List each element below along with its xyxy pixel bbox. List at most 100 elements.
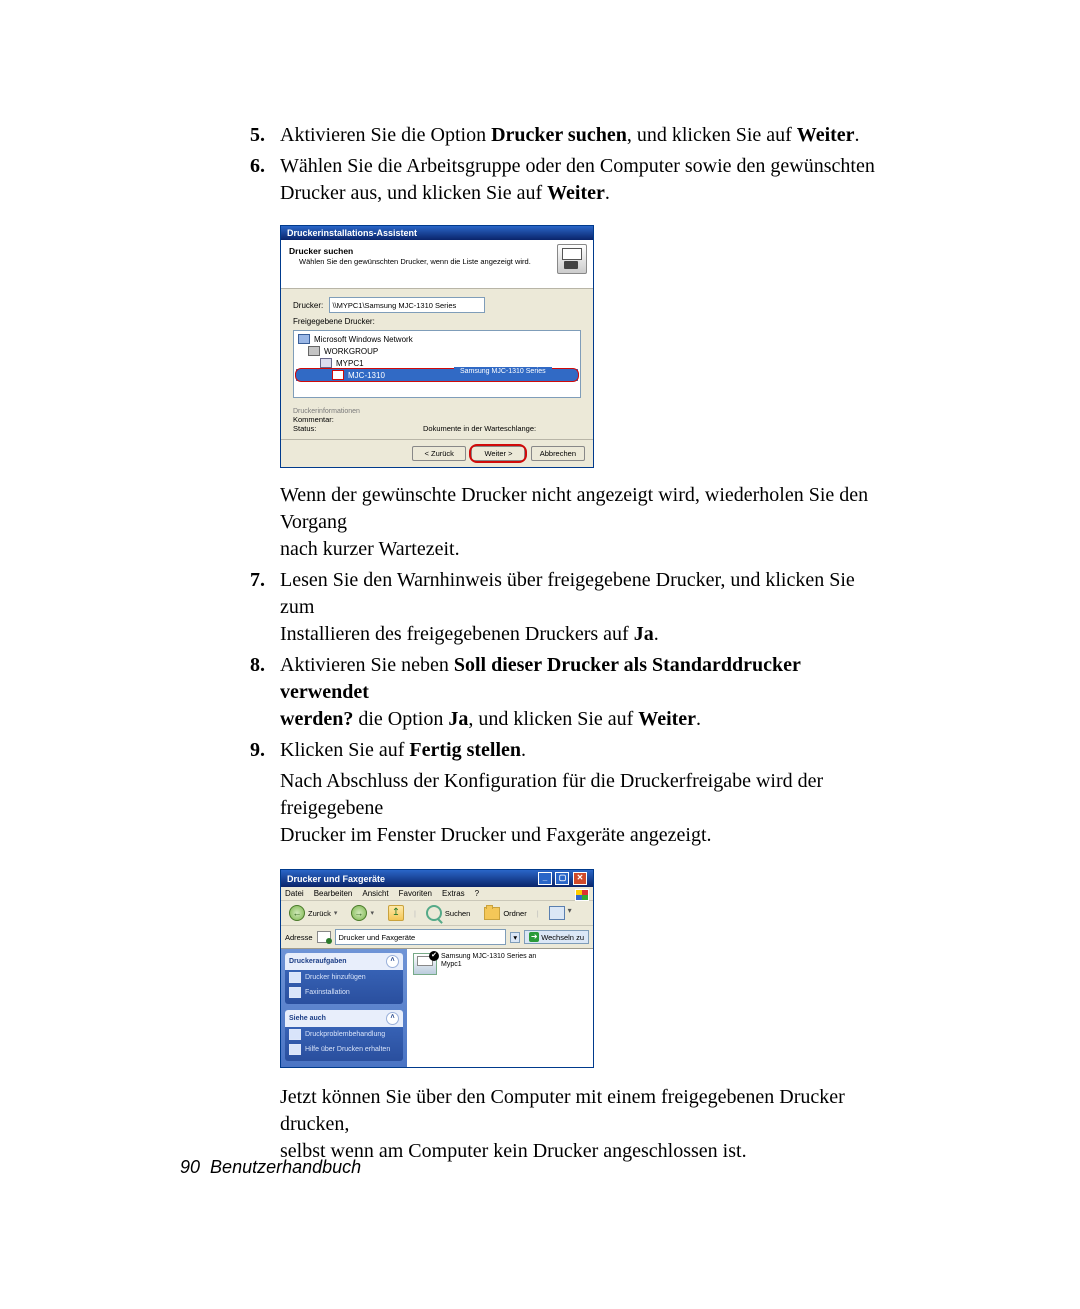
printer-small-icon xyxy=(332,370,344,380)
menu-edit[interactable]: Bearbeiten xyxy=(314,889,353,898)
address-label: Adresse xyxy=(285,933,313,942)
menu-extras[interactable]: Extras xyxy=(442,889,465,898)
see-also-header-label: Siehe auch xyxy=(289,1015,326,1022)
printer-item-text: Samsung MJC-1310 Series an Mypc1 xyxy=(441,953,536,970)
menu-view[interactable]: Ansicht xyxy=(362,889,388,898)
wizard-dialog: Druckerinstallations-Assistent Drucker s… xyxy=(280,225,594,468)
network-icon xyxy=(298,334,310,344)
minimize-button[interactable]: _ xyxy=(538,872,552,885)
menu-favorites[interactable]: Favoriten xyxy=(399,889,432,898)
toolbar: ← Zurück ▾ ← ▾ | Suchen Ord xyxy=(281,901,593,926)
tree-network-root[interactable]: Microsoft Windows Network xyxy=(296,333,578,345)
task-fax-setup[interactable]: Faxinstallation xyxy=(285,985,403,1000)
wizard-button-bar: < Zurück Weiter > Abbrechen xyxy=(281,439,593,467)
step-7: 7. Lesen Sie den Warnhinweis über freige… xyxy=(250,567,890,648)
help-icon xyxy=(289,1044,301,1055)
see-also-header[interactable]: Siehe auch ˄ xyxy=(285,1010,403,1027)
see-also-panel: Siehe auch ˄ Druckproblembehandlung Hilf… xyxy=(285,1010,403,1061)
see-also-help-label: Hilfe über Drucken erhalten xyxy=(305,1046,390,1053)
nav-forward-button[interactable]: ← ▾ xyxy=(347,904,378,922)
add-printer-icon xyxy=(289,972,301,983)
step-6-followup: Wenn der gewünschte Drucker nicht angeze… xyxy=(280,482,890,563)
task-add-printer[interactable]: Drucker hinzufügen xyxy=(285,970,403,985)
tree-computer-label: MYPC1 xyxy=(336,359,364,368)
cancel-button[interactable]: Abbrechen xyxy=(531,446,585,461)
wizard-header-subtitle: Wählen Sie den gewünschten Drucker, wenn… xyxy=(299,257,585,266)
windows-flag-icon xyxy=(575,889,589,901)
tree-printer-selected-label: MJC-1310 xyxy=(348,371,385,380)
wizard-header: Drucker suchen Wählen Sie den gewünschte… xyxy=(281,240,593,289)
step-5-bold2: Weiter xyxy=(797,124,855,146)
step-9-l1a: Klicken Sie auf xyxy=(280,739,409,761)
closing-l1: Jetzt können Sie über den Computer mit e… xyxy=(280,1086,845,1135)
tree-printer-description: Samsung MJC-1310 Series xyxy=(454,367,552,376)
menubar: Datei Bearbeiten Ansicht Favoriten Extra… xyxy=(281,887,593,901)
printers-window: Drucker und Faxgeräte _ ▢ ✕ Datei Bearbe… xyxy=(280,869,594,1068)
nav-up-button[interactable] xyxy=(384,904,408,922)
printer-large-icon: ✔ xyxy=(413,953,437,975)
see-also-troubleshoot[interactable]: Druckproblembehandlung xyxy=(285,1027,403,1042)
printer-item-name: Samsung MJC-1310 Series an xyxy=(441,953,536,961)
help-icon xyxy=(289,1029,301,1040)
printers-titlebar: Drucker und Faxgeräte _ ▢ ✕ xyxy=(281,870,593,887)
shared-printers-tree[interactable]: Microsoft Windows Network WORKGROUP MYPC… xyxy=(293,330,581,398)
step-9-text: Klicken Sie auf Fertig stellen. xyxy=(280,737,890,764)
printer-path-input[interactable] xyxy=(329,297,485,313)
shared-printers-label-row: Freigegebene Drucker: xyxy=(293,317,581,326)
folders-button[interactable]: Ordner xyxy=(480,906,530,921)
step-5-post: . xyxy=(855,124,860,146)
step-5-bold1: Drucker suchen xyxy=(491,124,627,146)
step-8-bold2: werden? xyxy=(280,708,353,730)
address-dropdown-icon[interactable]: ▾ xyxy=(510,932,520,943)
printer-icon xyxy=(557,244,587,274)
step-6-followup-l1: Wenn der gewünschte Drucker nicht angeze… xyxy=(280,484,868,533)
see-also-help[interactable]: Hilfe über Drucken erhalten xyxy=(285,1042,403,1057)
collapse-icon: ˄ xyxy=(386,1012,399,1025)
step-9-followup-l2c: angezeigt. xyxy=(625,824,712,846)
step-6-line1: Wählen Sie die Arbeitsgruppe oder den Co… xyxy=(280,155,875,177)
back-button[interactable]: < Zurück xyxy=(412,446,466,461)
back-icon: ← xyxy=(289,905,305,921)
printers-list: ✔ Samsung MJC-1310 Series an Mypc1 xyxy=(407,949,593,1067)
go-button[interactable]: Wechseln zu xyxy=(524,930,589,944)
step-5-text: Aktivieren Sie die Option Drucker suchen… xyxy=(280,122,890,149)
step-6-text: Wählen Sie die Arbeitsgruppe oder den Co… xyxy=(280,153,890,207)
step-9-followup-bold: Drucker und Faxgeräte xyxy=(441,824,625,846)
go-label: Wechseln zu xyxy=(541,933,584,942)
step-5-pre: Aktivieren Sie die Option xyxy=(280,124,491,146)
workgroup-icon xyxy=(308,346,320,356)
search-button[interactable]: Suchen xyxy=(422,904,474,922)
step-6-number: 6. xyxy=(250,153,280,207)
step-9-followup: Nach Abschluss der Konfiguration für die… xyxy=(280,768,890,849)
printer-item-host: Mypc1 xyxy=(441,961,536,969)
menu-file[interactable]: Datei xyxy=(285,889,304,898)
step-6-line2c: . xyxy=(605,182,610,204)
address-bar: Adresse ▾ Wechseln zu xyxy=(281,926,593,949)
step-8-number: 8. xyxy=(250,652,280,733)
tree-workgroup[interactable]: WORKGROUP xyxy=(296,345,578,357)
step-6-bold: Weiter xyxy=(547,182,605,204)
step-8-l2f: . xyxy=(696,708,701,730)
printer-tasks-header[interactable]: Druckeraufgaben ˄ xyxy=(285,953,403,970)
wizard-titlebar: Druckerinstallations-Assistent xyxy=(281,226,593,240)
printer-queue-label: Dokumente in der Warteschlange: xyxy=(423,424,536,433)
wizard-body: Drucker: Freigegebene Drucker: Microsoft… xyxy=(281,289,593,439)
step-9-number: 9. xyxy=(250,737,280,764)
views-button[interactable] xyxy=(545,905,569,921)
printer-item[interactable]: ✔ Samsung MJC-1310 Series an Mypc1 xyxy=(413,953,587,975)
step-5-mid: , und klicken Sie auf xyxy=(627,124,797,146)
close-button[interactable]: ✕ xyxy=(573,872,587,885)
menu-help[interactable]: ? xyxy=(475,889,479,898)
printer-info-header: Druckerinformationen xyxy=(293,408,581,415)
maximize-button[interactable]: ▢ xyxy=(555,872,569,885)
chevron-down-icon: ▾ xyxy=(334,909,338,917)
next-button[interactable]: Weiter > xyxy=(471,446,525,461)
nav-back-button[interactable]: ← Zurück ▾ xyxy=(285,904,341,922)
address-input[interactable] xyxy=(335,929,507,945)
step-7-l2a: Installieren des freigegebenen Druckers … xyxy=(280,623,634,645)
fax-icon xyxy=(289,987,301,998)
closing-paragraph: Jetzt können Sie über den Computer mit e… xyxy=(280,1084,890,1165)
task-fax-setup-label: Faxinstallation xyxy=(305,989,350,996)
task-pane: Druckeraufgaben ˄ Drucker hinzufügen Fax… xyxy=(281,949,407,1067)
printer-tasks-header-label: Druckeraufgaben xyxy=(289,958,347,965)
